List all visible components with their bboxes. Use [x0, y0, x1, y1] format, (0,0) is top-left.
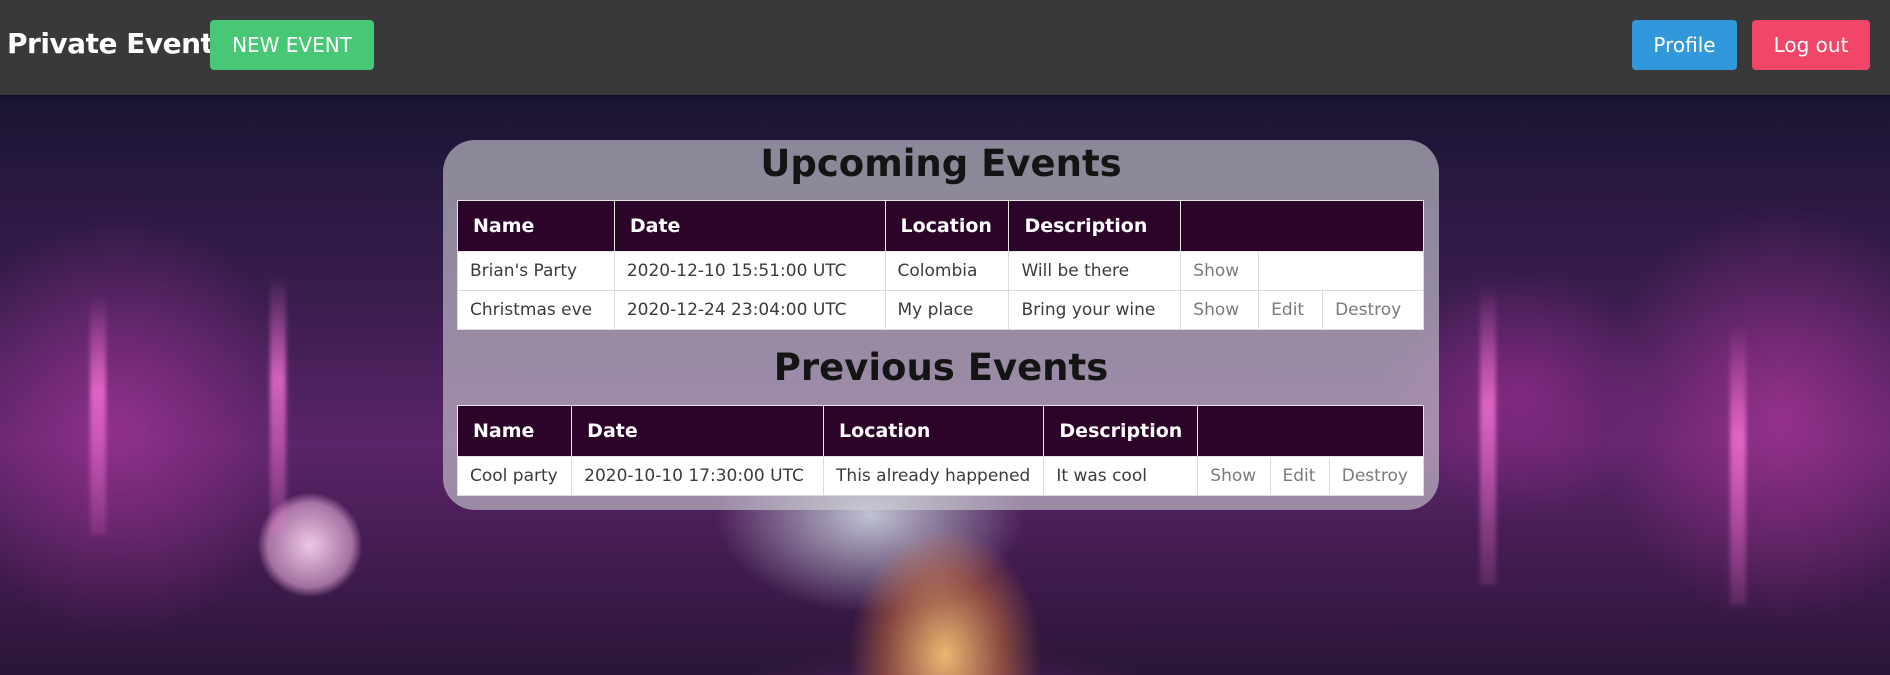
column-header-actions	[1180, 200, 1424, 252]
column-header-description: Description	[1008, 200, 1182, 252]
page: Private Events NEW EVENT Profile Log out…	[0, 0, 1890, 675]
table-row: Brian's Party 2020-12-10 15:51:00 UTC Co…	[457, 251, 1424, 291]
destroy-link[interactable]: Destroy	[1322, 290, 1424, 330]
upcoming-events-table: Name Date Location Description Brian's P…	[457, 200, 1424, 330]
event-description: It was cool	[1043, 456, 1199, 496]
show-link[interactable]: Show	[1180, 251, 1260, 291]
upcoming-events-title: Upcoming Events	[760, 142, 1122, 185]
column-header-location: Location	[884, 200, 1010, 252]
event-description: Bring your wine	[1008, 290, 1182, 330]
column-header-location: Location	[823, 405, 1045, 457]
column-header-name: Name	[456, 405, 573, 457]
event-description: Will be there	[1008, 251, 1182, 291]
logout-button[interactable]: Log out	[1752, 20, 1870, 70]
event-name: Brian's Party	[457, 251, 615, 291]
event-name: Christmas eve	[457, 290, 615, 330]
events-panel: Upcoming Events Name Date Location Descr…	[443, 140, 1439, 510]
column-header-description: Description	[1043, 405, 1199, 457]
table-row: Christmas eve 2020-12-24 23:04:00 UTC My…	[457, 290, 1424, 330]
previous-events-title: Previous Events	[773, 346, 1109, 389]
profile-button[interactable]: Profile	[1632, 20, 1737, 70]
previous-events-table: Name Date Location Description Cool part…	[456, 405, 1425, 496]
event-location: This already happened	[823, 456, 1045, 496]
table-header-row: Name Date Location Description	[457, 200, 1424, 252]
edit-link[interactable]: Edit	[1269, 456, 1330, 496]
table-row: Cool party 2020-10-10 17:30:00 UTC This …	[456, 456, 1425, 496]
edit-link[interactable]: Edit	[1258, 290, 1324, 330]
show-link[interactable]: Show	[1180, 290, 1260, 330]
new-event-button[interactable]: NEW EVENT	[210, 20, 374, 70]
brand-title[interactable]: Private Events	[7, 27, 230, 60]
event-date: 2020-12-24 23:04:00 UTC	[613, 290, 886, 330]
destroy-link[interactable]: Destroy	[1328, 456, 1425, 496]
show-link[interactable]: Show	[1197, 456, 1271, 496]
table-header-row: Name Date Location Description	[456, 405, 1424, 457]
column-header-name: Name	[457, 200, 615, 252]
event-location: My place	[884, 290, 1010, 330]
column-header-actions	[1197, 405, 1424, 457]
event-location: Colombia	[884, 251, 1010, 291]
column-header-date: Date	[571, 405, 825, 457]
empty-action-cell	[1258, 251, 1424, 291]
top-navbar: Private Events NEW EVENT Profile Log out	[0, 0, 1890, 95]
event-name: Cool party	[456, 456, 573, 496]
column-header-date: Date	[613, 200, 886, 252]
event-date: 2020-12-10 15:51:00 UTC	[613, 251, 886, 291]
event-date: 2020-10-10 17:30:00 UTC	[571, 456, 825, 496]
